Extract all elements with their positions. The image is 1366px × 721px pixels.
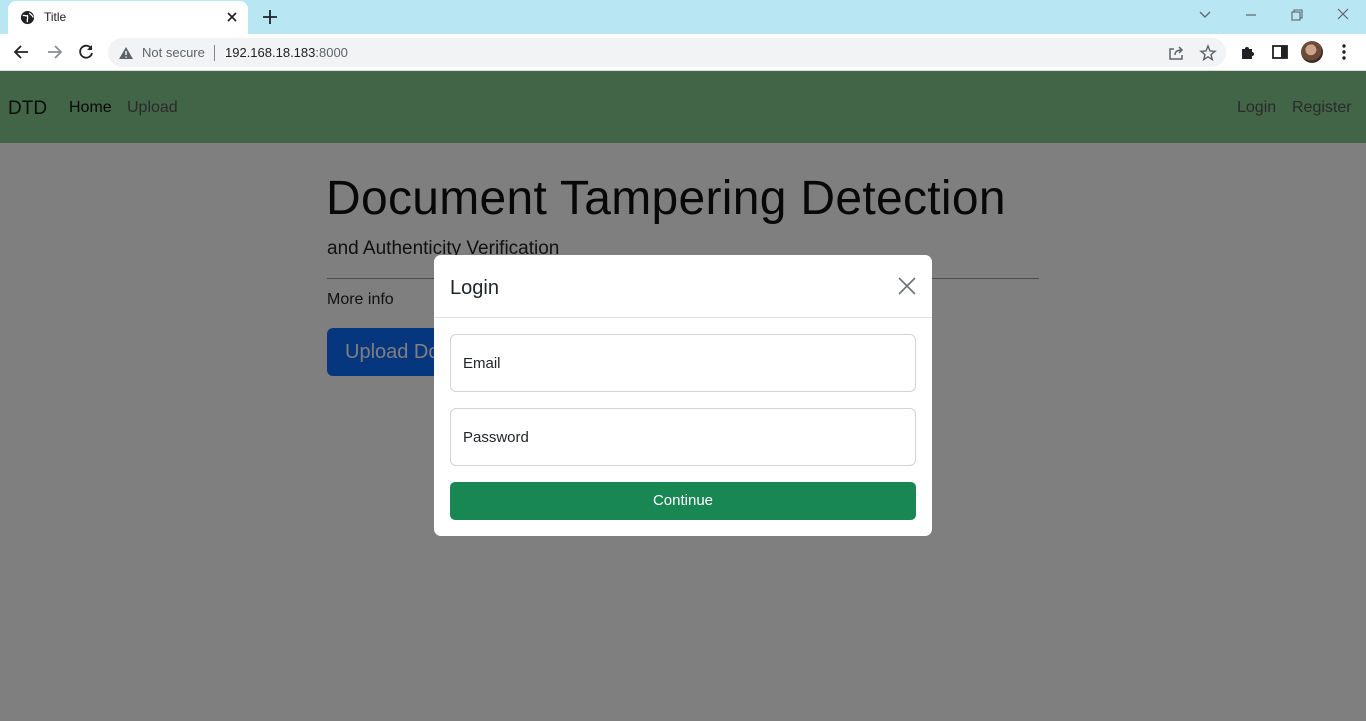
- reload-icon[interactable]: [76, 42, 96, 62]
- tab-search-icon[interactable]: [1193, 4, 1217, 26]
- sidepanel-icon[interactable]: [1270, 42, 1290, 62]
- url-host: 192.168.18.183: [225, 45, 316, 60]
- tab-strip: Title: [0, 0, 1366, 34]
- modal-title: Login: [450, 277, 499, 299]
- window-close-icon[interactable]: [1331, 4, 1355, 26]
- restore-icon[interactable]: [1285, 4, 1309, 26]
- kebab-menu-icon[interactable]: [1334, 42, 1354, 62]
- close-icon[interactable]: [896, 275, 918, 297]
- profile-avatar[interactable]: [1301, 41, 1323, 63]
- star-icon[interactable]: [1199, 44, 1217, 62]
- share-icon[interactable]: [1167, 44, 1185, 62]
- browser-toolbar: Not secure 192.168.18.183:8000: [0, 34, 1366, 71]
- modal-header: Login: [434, 255, 932, 318]
- close-icon[interactable]: [224, 9, 240, 25]
- email-input[interactable]: [451, 335, 915, 391]
- back-icon[interactable]: [12, 42, 32, 62]
- security-label[interactable]: Not secure: [142, 45, 205, 60]
- url-port: :8000: [315, 45, 348, 60]
- password-field[interactable]: [450, 408, 916, 466]
- minimize-icon[interactable]: [1239, 4, 1263, 26]
- warning-icon[interactable]: [118, 45, 134, 61]
- tab-title: Title: [44, 10, 67, 24]
- url-text[interactable]: 192.168.18.183:8000: [225, 45, 348, 60]
- omnibox-divider: [214, 45, 215, 61]
- password-input[interactable]: [451, 409, 915, 465]
- globe-icon: [20, 10, 35, 25]
- plus-icon[interactable]: [260, 7, 280, 27]
- browser-tab[interactable]: Title: [8, 1, 248, 34]
- forward-icon[interactable]: [44, 42, 64, 62]
- login-modal: Login Continue: [434, 255, 932, 536]
- email-field[interactable]: [450, 334, 916, 392]
- continue-button[interactable]: Continue: [450, 482, 916, 520]
- address-bar[interactable]: Not secure 192.168.18.183:8000: [108, 38, 1226, 67]
- puzzle-icon[interactable]: [1238, 42, 1258, 62]
